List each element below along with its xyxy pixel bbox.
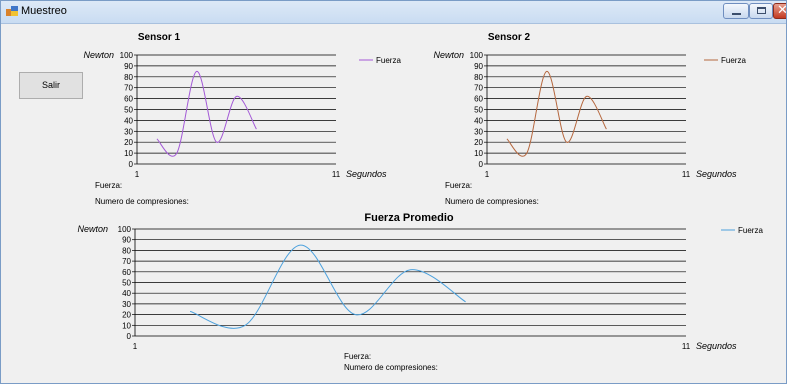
maximize-icon xyxy=(757,7,766,14)
promedio-y-tick-label: 0 xyxy=(127,332,132,341)
promedio-title: Fuerza Promedio xyxy=(364,212,454,224)
close-button[interactable]: ✕ xyxy=(773,3,787,19)
close-icon: ✕ xyxy=(777,3,787,18)
promedio-x-tick-label: 11 xyxy=(682,342,691,351)
promedio-y-tick-label: 20 xyxy=(122,311,131,320)
promedio-y-tick-label: 60 xyxy=(122,268,131,277)
title-bar[interactable]: Muestreo ✕ xyxy=(1,1,786,24)
promedio-y-tick-label: 90 xyxy=(122,236,131,245)
main-window: Muestreo ✕ Salir Fuerza: Numero de compr… xyxy=(0,0,787,384)
promedio-y-tick-label: 30 xyxy=(122,300,131,309)
maximize-button[interactable] xyxy=(749,3,773,19)
promedio-y-tick-label: 10 xyxy=(122,321,131,330)
promedio-series-line xyxy=(189,244,466,329)
promedio-y-tick-label: 50 xyxy=(122,279,131,288)
form-client-area: Salir Fuerza: Numero de compresiones: Fu… xyxy=(1,24,786,383)
promedio-y-tick-label: 80 xyxy=(122,246,131,255)
promedio-y-tick-label: 100 xyxy=(118,225,132,234)
promedio-legend-label: Fuerza xyxy=(738,226,763,235)
promedio-y-tick-label: 70 xyxy=(122,257,131,266)
window-title: Muestreo xyxy=(21,5,67,17)
promedio-x-tick-label: 1 xyxy=(133,342,138,351)
promedio-y-tick-label: 40 xyxy=(122,289,131,298)
promedio-x-axis-label: Segundos xyxy=(696,341,737,351)
minimize-icon xyxy=(732,13,741,15)
app-icon xyxy=(6,6,18,16)
minimize-button[interactable] xyxy=(723,3,749,19)
promedio-y-axis-label: Newton xyxy=(77,224,108,234)
promedio-chart: Fuerza PromedioNewton0102030405060708090… xyxy=(77,212,763,351)
